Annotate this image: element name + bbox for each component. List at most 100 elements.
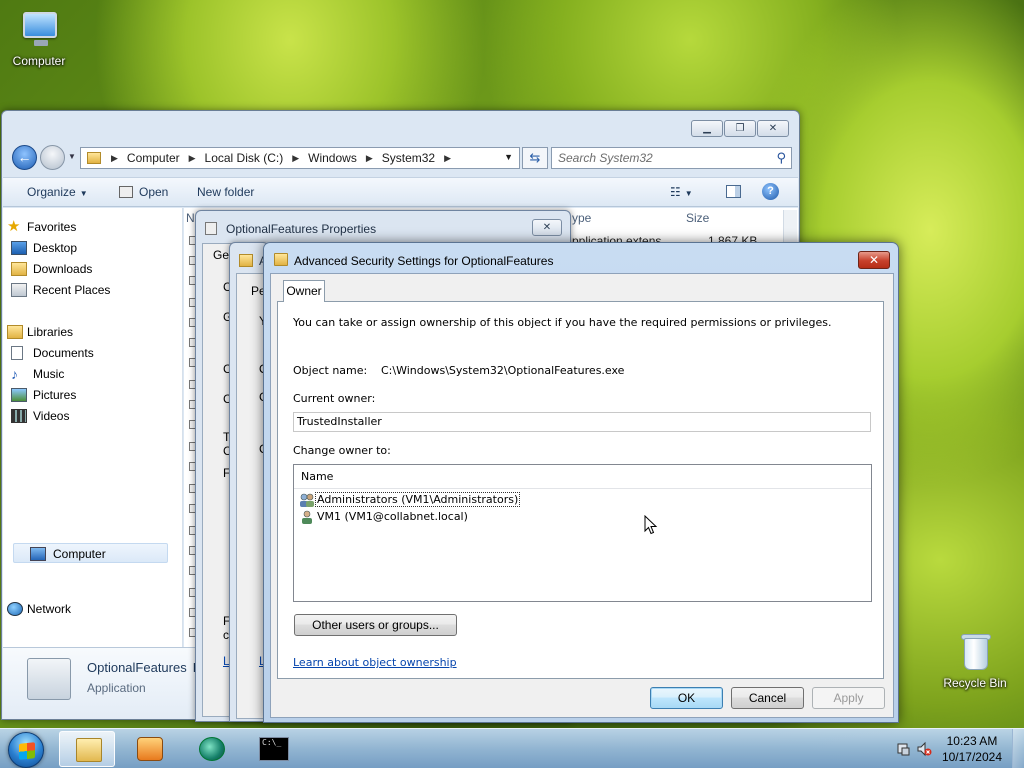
recent-places-icon — [11, 283, 27, 297]
taskbar-app-button[interactable] — [183, 731, 239, 767]
intro-text: You can take or assign ownership of this… — [293, 316, 832, 329]
close-button[interactable]: ✕ — [757, 120, 789, 137]
breadcrumb-separator-icon: ▶ — [365, 152, 373, 163]
details-file-type: Application — [87, 681, 146, 695]
navigation-pane: ★ Favorites Desktop Downloads Recent Plac… — [3, 208, 183, 648]
open-icon — [119, 186, 133, 198]
nav-label: Desktop — [33, 241, 78, 255]
window-caption-buttons: ▁ ❐ ✕ — [691, 120, 789, 137]
owner-name: Administrators (VM1\Administrators) — [315, 492, 521, 507]
cancel-button[interactable]: Cancel — [731, 687, 804, 709]
owner-list[interactable]: Name Administrators (VM1\Administrators)… — [293, 464, 872, 602]
clock[interactable]: 10:23 AM 10/17/2024 — [942, 733, 1002, 765]
pictures-icon — [11, 388, 27, 402]
desktop-icon-computer[interactable]: Computer — [3, 10, 75, 68]
nav-pictures[interactable]: Pictures — [11, 388, 77, 402]
taskbar-explorer-button[interactable] — [59, 731, 115, 767]
show-desktop-button[interactable] — [1012, 729, 1024, 768]
nav-desktop[interactable]: Desktop — [11, 241, 78, 255]
column-header-size[interactable]: Size — [686, 211, 709, 225]
close-button[interactable]: ✕ — [858, 251, 890, 269]
help-button[interactable]: ? — [762, 183, 779, 200]
nav-videos[interactable]: Videos — [11, 409, 70, 423]
breadcrumb-computer[interactable]: Computer — [127, 151, 180, 165]
chevron-down-icon: ▼ — [684, 189, 693, 198]
breadcrumb-system32[interactable]: System32 — [382, 151, 435, 165]
application-icon — [27, 658, 71, 700]
learn-ownership-link[interactable]: Learn about object ownership — [293, 656, 457, 669]
column-header-type[interactable]: ype — [572, 211, 591, 225]
new-folder-label: New folder — [197, 185, 255, 199]
address-bar[interactable]: ▶ Computer ▶ Local Disk (C:) ▶ Windows ▶… — [80, 147, 520, 169]
dialog-title: Advanced Security Settings for OptionalF… — [294, 254, 554, 268]
advanced-security-dialog: Advanced Security Settings for OptionalF… — [263, 242, 899, 723]
other-users-button[interactable]: Other users or groups... — [294, 614, 457, 636]
preview-pane-button[interactable] — [726, 185, 741, 201]
nav-documents[interactable]: Documents — [11, 346, 94, 360]
properties-tab-general[interactable]: Ge — [213, 248, 229, 262]
nav-label: Favorites — [27, 220, 77, 234]
view-options-button[interactable]: ☷ ▼ — [670, 185, 693, 199]
desktop-icon-recycle-bin[interactable]: Recycle Bin — [939, 632, 1011, 690]
nav-libraries[interactable]: Libraries — [7, 325, 73, 339]
nav-label: Videos — [33, 409, 70, 423]
breadcrumb-separator-icon: ▶ — [188, 152, 196, 163]
taskbar-media-player-button[interactable] — [121, 731, 177, 767]
nav-music[interactable]: ♪ Music — [11, 367, 65, 381]
maximize-button[interactable]: ❐ — [724, 120, 756, 137]
recent-pages-dropdown-icon[interactable]: ▼ — [68, 152, 76, 161]
preview-pane-icon — [726, 185, 741, 198]
nav-label: Network — [27, 602, 72, 616]
user-icon — [301, 510, 315, 524]
command-bar: Organize ▼ Open New folder ☷ ▼ ? — [3, 177, 798, 207]
owner-name: VM1 (VM1@collabnet.local) — [317, 510, 468, 523]
user-group-icon — [299, 493, 314, 507]
nav-label: Pictures — [33, 388, 77, 402]
refresh-button[interactable]: ⇆ — [522, 147, 548, 169]
owner-list-item[interactable]: VM1 (VM1@collabnet.local) — [301, 509, 468, 526]
search-icon[interactable]: ⚲ — [776, 148, 786, 168]
nav-network[interactable]: Network — [7, 602, 72, 616]
nav-favorites[interactable]: ★ Favorites — [7, 219, 77, 234]
properties-icon — [205, 222, 217, 235]
search-input[interactable]: Search System32 ⚲ — [551, 147, 792, 169]
navigation-row: ← ▼ ▶ Computer ▶ Local Disk (C:) ▶ Windo… — [10, 143, 792, 171]
breadcrumb-separator-icon: ▶ — [111, 152, 118, 163]
desktop-icon — [11, 241, 27, 255]
open-button[interactable]: Open — [119, 185, 168, 199]
nav-downloads[interactable]: Downloads — [11, 262, 93, 276]
details-name-text: OptionalFeatures — [87, 660, 187, 675]
back-button[interactable]: ← — [12, 145, 37, 170]
minimize-button[interactable]: ▁ — [691, 120, 723, 137]
breadcrumb-windows[interactable]: Windows — [308, 151, 357, 165]
clock-time: 10:23 AM — [946, 734, 998, 748]
taskbar-command-prompt-button[interactable]: C:\_ — [245, 731, 301, 767]
nav-label: Downloads — [33, 262, 93, 276]
volume-muted-icon[interactable] — [916, 741, 932, 757]
nav-computer[interactable]: Computer — [13, 543, 168, 563]
current-owner-field: TrustedInstaller — [293, 412, 871, 432]
nav-recent-places[interactable]: Recent Places — [11, 283, 110, 297]
address-dropdown-icon[interactable]: ▼ — [504, 152, 513, 162]
current-owner-label: Current owner: — [293, 392, 376, 405]
properties-close-button[interactable]: ✕ — [532, 219, 562, 236]
ok-button[interactable]: OK — [650, 687, 723, 709]
start-button[interactable] — [8, 732, 44, 768]
column-header-name[interactable]: Name — [294, 465, 871, 489]
action-center-icon[interactable] — [896, 741, 912, 757]
organize-button[interactable]: Organize ▼ — [27, 185, 88, 199]
tab-owner[interactable]: Owner — [283, 280, 325, 302]
object-name-label: Object name: — [293, 364, 368, 377]
forward-button[interactable] — [40, 145, 65, 170]
owner-tab-panel: You can take or assign ownership of this… — [277, 301, 884, 679]
clock-date: 10/17/2024 — [941, 750, 1002, 764]
nav-label: Computer — [53, 547, 106, 561]
media-player-icon — [137, 737, 163, 761]
column-header-name[interactable]: N — [186, 211, 195, 225]
breadcrumb-local-disk[interactable]: Local Disk (C:) — [205, 151, 284, 165]
nav-label: Music — [33, 367, 65, 381]
app-globe-icon — [199, 737, 225, 761]
new-folder-button[interactable]: New folder — [197, 185, 254, 199]
owner-list-item[interactable]: Administrators (VM1\Administrators) — [299, 492, 521, 509]
nav-label: Documents — [33, 346, 94, 360]
